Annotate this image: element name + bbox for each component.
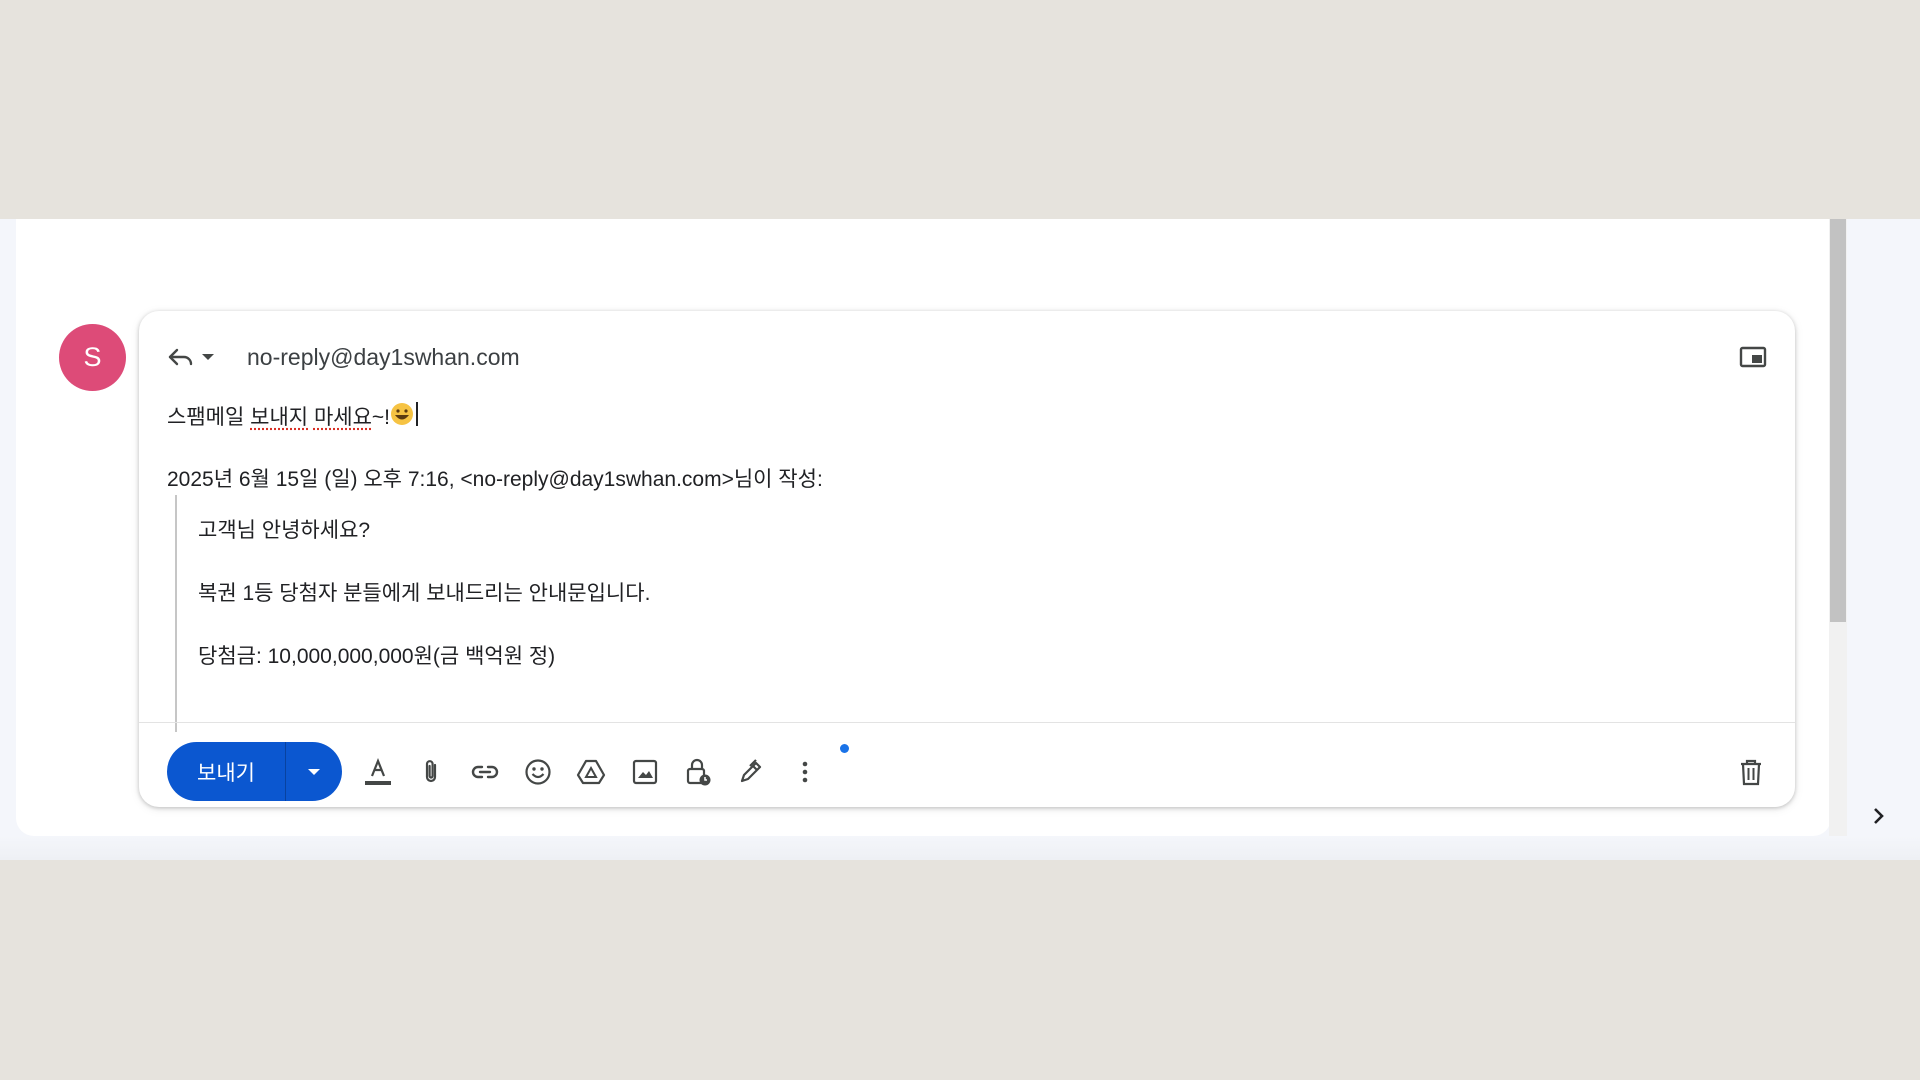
reply-type-button[interactable] bbox=[167, 342, 227, 372]
scrollbar-thumb[interactable] bbox=[1830, 219, 1846, 622]
confidential-mode-button[interactable] bbox=[682, 756, 714, 788]
expand-side-panel-button[interactable] bbox=[1866, 804, 1890, 828]
send-button[interactable]: 보내기 bbox=[167, 742, 286, 801]
insert-drive-button[interactable] bbox=[575, 756, 607, 788]
grinning-emoji-icon bbox=[390, 401, 420, 436]
attach-files-button[interactable] bbox=[415, 756, 447, 788]
compose-body[interactable]: 스팸메일 보내지 마세요~! 2025년 6월 15일 (일) 오후 7:16,… bbox=[167, 401, 1767, 732]
more-options-icon bbox=[802, 761, 808, 783]
panel-bottom-edge bbox=[0, 836, 1920, 860]
insert-emoji-button[interactable] bbox=[522, 756, 554, 788]
compose-header: no-reply@day1swhan.com bbox=[139, 339, 1795, 375]
avatar[interactable]: S bbox=[59, 324, 126, 391]
misspelled-word[interactable]: 보내지 bbox=[250, 406, 308, 429]
reply-icon bbox=[168, 348, 193, 366]
emoji-icon bbox=[525, 759, 551, 785]
link-icon bbox=[471, 765, 499, 779]
text-format-icon bbox=[365, 758, 391, 785]
quoted-line: 당첨금: 10,000,000,000원(금 백억원 정) bbox=[198, 645, 556, 668]
reply-compose-box: no-reply@day1swhan.com 스팸메일 보내지 마세요~! 20… bbox=[139, 311, 1795, 807]
quoted-line: 복권 1등 당첨자 분들에게 보내드리는 안내문입니다. bbox=[198, 582, 651, 605]
quoted-message: 고객님 안녕하세요? 복권 1등 당첨자 분들에게 보내드리는 안내문입니다. … bbox=[175, 495, 1767, 732]
insert-link-button[interactable] bbox=[469, 756, 501, 788]
recipient-address[interactable]: no-reply@day1swhan.com bbox=[247, 344, 520, 371]
attach-icon bbox=[425, 760, 437, 783]
caret-down-icon bbox=[202, 354, 214, 360]
drive-icon bbox=[576, 759, 606, 785]
notification-dot bbox=[840, 744, 849, 753]
quoted-line: 고객님 안녕하세요? bbox=[198, 519, 371, 542]
image-icon bbox=[632, 759, 658, 785]
send-button-group: 보내기 bbox=[167, 742, 342, 801]
compose-toolbar: 보내기 bbox=[167, 742, 1767, 801]
formatting-options-button[interactable] bbox=[362, 756, 394, 788]
insert-photo-button[interactable] bbox=[629, 756, 661, 788]
confidential-icon bbox=[686, 758, 711, 786]
more-options-button[interactable] bbox=[789, 756, 821, 788]
chevron-right-icon bbox=[1874, 808, 1884, 824]
signature-icon bbox=[740, 759, 762, 783]
avatar-initial: S bbox=[83, 342, 102, 372]
caret-down-icon bbox=[308, 768, 320, 775]
trash-icon bbox=[1741, 759, 1761, 786]
mail-thread-area: S no-reply@day1swhan.com 스팸메일 보내지 마세요~! … bbox=[16, 219, 1847, 836]
send-options-button[interactable] bbox=[286, 742, 342, 801]
mail-panel: S no-reply@day1swhan.com 스팸메일 보내지 마세요~! … bbox=[0, 219, 1920, 860]
misspelled-word[interactable]: 마세요 bbox=[314, 406, 372, 429]
toolbar-divider bbox=[139, 722, 1795, 723]
popout-button[interactable] bbox=[1739, 344, 1767, 370]
reply-text-line[interactable]: 스팸메일 보내지 마세요~! bbox=[167, 401, 1767, 432]
quote-header: 2025년 6월 15일 (일) 오후 7:16, <no-reply@day1… bbox=[167, 468, 823, 491]
popout-icon bbox=[1739, 346, 1767, 368]
discard-draft-button[interactable] bbox=[1735, 756, 1767, 788]
insert-signature-button[interactable] bbox=[735, 756, 767, 788]
